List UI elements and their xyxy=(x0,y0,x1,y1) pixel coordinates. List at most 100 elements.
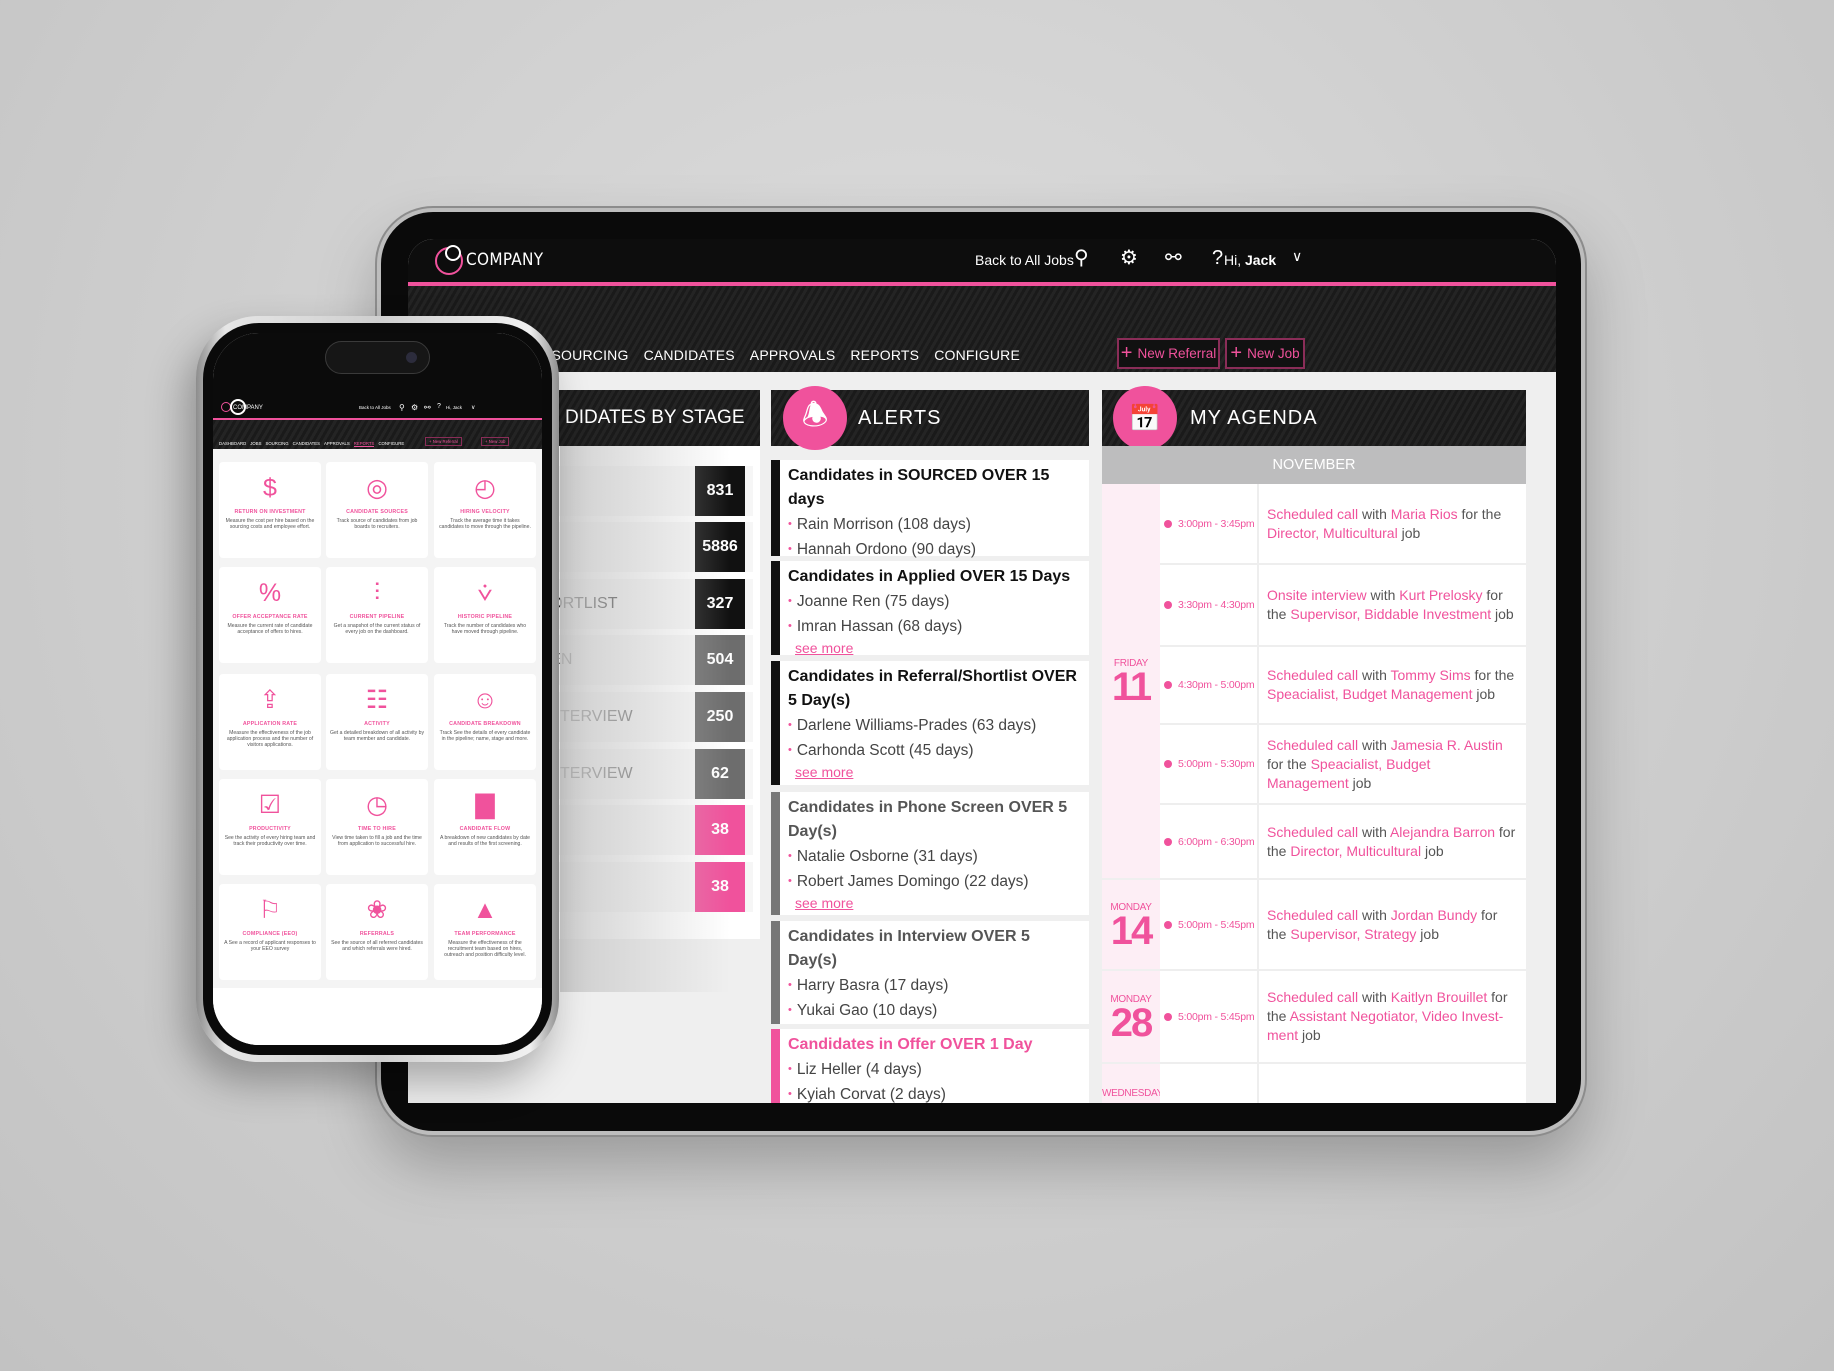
report-card[interactable]: ⇪ APPLICATION RATE Measure the effectivene… xyxy=(219,674,321,770)
new-job-button[interactable]: + New Job xyxy=(1225,338,1305,369)
event-time: 3:00pm - 3:45pm xyxy=(1160,484,1259,563)
agenda-event[interactable]: 5:00pm - 5:45pm Scheduled call with Kaitl… xyxy=(1160,971,1526,1064)
event-link[interactable]: Supervisor, Biddable Investment xyxy=(1290,606,1491,622)
agenda-day: MONDAY 28 xyxy=(1102,971,1160,1062)
agenda-event[interactable]: 4:30pm - 5:00pm Scheduled call with Tommy… xyxy=(1160,647,1526,725)
back-to-all-jobs-link[interactable]: Back to All Jobs xyxy=(359,405,391,410)
alert-candidate[interactable]: Carhonda Scott (45 days) xyxy=(788,738,1079,763)
new-referral-button[interactable]: + New Referral xyxy=(425,437,462,446)
alert-candidate[interactable]: Natalie Osborne (31 days) xyxy=(788,844,1079,869)
report-card[interactable]: % OFFER ACCEPTANCE RATE Measure the curren… xyxy=(219,567,321,663)
chevron-down-icon[interactable]: ∨ xyxy=(1292,249,1302,263)
report-card[interactable]: ⩒ HISTORIC PIPELINE Track the number of ca… xyxy=(434,567,536,663)
card-title: APPLICATION RATE xyxy=(242,721,298,727)
report-card[interactable]: ☷ ACTIVITY Get a detailed breakdown of all… xyxy=(326,674,428,770)
nav-reports[interactable]: REPORTS xyxy=(353,441,375,447)
agenda-event[interactable]: 3:30pm - 4:30pm Onsite interview with Kur… xyxy=(1160,565,1526,647)
event-link[interactable]: Jordan Bundy xyxy=(1391,907,1477,923)
report-card[interactable]: ▲ TEAM PERFORMANCE Measure the effectivene… xyxy=(434,884,536,980)
alert-candidate[interactable]: Robert James Domingo (22 days) xyxy=(788,869,1079,894)
see-more-link[interactable]: see more xyxy=(795,639,1079,657)
alert-candidate[interactable]: Hannah Ordono (90 days) xyxy=(788,537,1079,562)
report-card[interactable]: $ RETURN ON INVESTMENT Measure the cost pe… xyxy=(219,462,321,558)
chevron-down-icon[interactable]: ∨ xyxy=(471,404,475,411)
event-link[interactable]: Kurt Prelosky xyxy=(1399,587,1482,603)
event-text: Scheduled call with Tommy Sims for the S… xyxy=(1267,666,1516,704)
nav-dashboard[interactable]: DASHBOARD xyxy=(219,441,246,447)
alert-candidate[interactable]: Darlene Williams-Prades (63 days) xyxy=(788,713,1079,738)
nav-jobs[interactable]: JOBS xyxy=(250,441,261,447)
user-greeting[interactable]: Hi, Jack xyxy=(1224,252,1276,268)
alert-group: Candidates in Applied OVER 15 Days Joanne… xyxy=(771,561,1089,657)
phone-header: COMPANY Back to All Jobs ⚲ ⚙ ⚯ ? Hi, Jac… xyxy=(213,333,542,418)
alert-candidate[interactable]: Yukai Gao (10 days) xyxy=(788,998,1079,1023)
user-add-icon[interactable]: ⚯ xyxy=(1165,248,1182,268)
agenda-event[interactable]: 6:00pm - 6:30pm Scheduled call with Aleja… xyxy=(1160,805,1526,880)
alert-candidate[interactable]: Liz Heller (4 days) xyxy=(788,1057,1079,1082)
report-card[interactable]: ⫶ CURRENT PIPELINE Get a snapshot of the c… xyxy=(326,567,428,663)
event-link[interactable]: Scheduled call xyxy=(1267,907,1358,923)
report-card[interactable]: ⚐ COMPLIANCE (EEO) A See a record of appli… xyxy=(219,884,321,980)
event-connector: with xyxy=(1358,823,1390,840)
alert-candidate[interactable]: Imran Hassan (68 days) xyxy=(788,614,1079,639)
gear-icon[interactable]: ⚙ xyxy=(411,403,418,412)
nav-sourcing[interactable]: SOURCING xyxy=(552,347,629,363)
event-link[interactable]: Supervisor, Strategy xyxy=(1290,926,1416,942)
search-icon[interactable]: ⚲ xyxy=(399,403,405,412)
alert-candidate[interactable]: Harry Basra (17 days) xyxy=(788,973,1079,998)
nav-configure[interactable]: CONFIGURE xyxy=(378,441,404,447)
alert-candidate[interactable]: Kyiah Corvat (2 days) xyxy=(788,1082,1079,1103)
new-job-button[interactable]: + New Job xyxy=(481,437,510,446)
gear-icon[interactable]: ⚙ xyxy=(1120,248,1138,268)
agenda-event[interactable]: 5:00pm - 5:45pm Scheduled call with Jorda… xyxy=(1160,880,1526,971)
agenda-event[interactable]: 5:00pm - 5:30pm Scheduled call with James… xyxy=(1160,725,1526,805)
logo-text[interactable]: COMPANY xyxy=(466,250,543,270)
user-add-icon[interactable]: ⚯ xyxy=(424,403,431,412)
back-to-all-jobs-link[interactable]: Back to All Jobs xyxy=(975,252,1074,268)
event-link[interactable]: Scheduled call xyxy=(1267,737,1358,753)
event-link[interactable]: Onsite interview xyxy=(1267,587,1367,603)
funnel-icon: ⩒ xyxy=(477,579,493,607)
alert-candidate[interactable]: Joanne Ren (75 days) xyxy=(788,589,1079,614)
report-card[interactable]: ◴ HIRING VELOCITY Track the average time i… xyxy=(434,462,536,558)
event-link[interactable]: Director, Multicultural xyxy=(1290,843,1421,859)
nav-approvals[interactable]: APPROVALS xyxy=(324,441,350,447)
report-card[interactable]: ◎ CANDIDATE SOURCES Track source of candid… xyxy=(326,462,428,558)
event-description: Scheduled call with Maria Rios for the D… xyxy=(1267,484,1516,563)
see-more-link[interactable]: see more xyxy=(795,763,1079,781)
card-title: PRODUCTIVITY xyxy=(249,826,291,832)
event-link[interactable]: Tommy Sims xyxy=(1391,667,1471,683)
event-link[interactable]: Jamesia R. Austin xyxy=(1391,737,1503,753)
nav-reports[interactable]: REPORTS xyxy=(850,347,919,363)
nav-configure[interactable]: CONFIGURE xyxy=(934,347,1020,363)
see-more-link[interactable]: see more xyxy=(795,894,1079,912)
report-card[interactable]: ◷ TIME TO HIRE View time taken to fill a j… xyxy=(326,779,428,875)
logo-text[interactable]: COMPANY xyxy=(233,405,263,411)
report-card[interactable]: ☑ PRODUCTIVITY See the activity of every h… xyxy=(219,779,321,875)
event-link[interactable]: Director, Multicultural xyxy=(1267,525,1398,541)
user-greeting[interactable]: Hi, Jack xyxy=(446,405,462,410)
new-referral-button[interactable]: + New Referral xyxy=(1117,338,1220,369)
nav-candidates[interactable]: CANDIDATES xyxy=(293,441,320,447)
report-card[interactable]: ❀ REFERRALS See the source of all referred… xyxy=(326,884,428,980)
help-icon[interactable]: ? xyxy=(1212,248,1223,268)
alert-candidate[interactable]: Rain Morrison (108 days) xyxy=(788,512,1079,537)
event-link[interactable]: Scheduled call xyxy=(1267,667,1358,683)
event-link[interactable]: Speacialist, Budget Management xyxy=(1267,686,1472,702)
nav-sourcing[interactable]: SOURCING xyxy=(265,441,288,447)
agenda-event[interactable]: Scheduled call with Patrick Maloney for xyxy=(1160,1064,1526,1103)
event-link[interactable]: Kaitlyn Brouillet xyxy=(1391,989,1488,1005)
report-card[interactable]: ☺ CANDIDATE BREAKDOWN Track See the detail… xyxy=(434,674,536,770)
nav-approvals[interactable]: APPROVALS xyxy=(750,347,836,363)
report-card[interactable]: ▇ CANDIDATE FLOW A breakdown of new candid… xyxy=(434,779,536,875)
alert-items: Liz Heller (4 days)Kyiah Corvat (2 days) xyxy=(788,1057,1079,1103)
agenda-event[interactable]: 3:00pm - 3:45pm Scheduled call with Maria… xyxy=(1160,484,1526,565)
event-link[interactable]: Alejandra Barron xyxy=(1390,824,1495,840)
nav-candidates[interactable]: CANDIDATES xyxy=(644,347,735,363)
event-link[interactable]: Scheduled call xyxy=(1267,824,1358,840)
event-link[interactable]: Maria Rios xyxy=(1391,506,1458,522)
search-icon[interactable]: ⚲ xyxy=(1074,248,1089,268)
event-link[interactable]: Scheduled call xyxy=(1267,506,1358,522)
event-link[interactable]: Scheduled call xyxy=(1267,989,1358,1005)
help-icon[interactable]: ? xyxy=(437,403,441,410)
